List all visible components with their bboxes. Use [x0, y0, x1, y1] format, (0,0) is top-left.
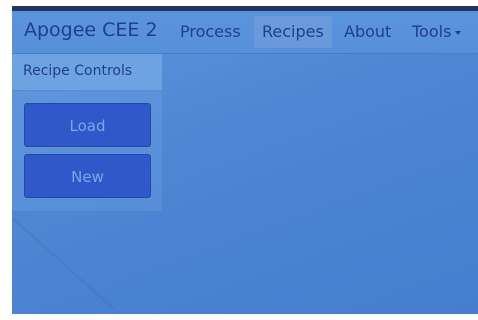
brand-title[interactable]: Apogee CEE 2 [24, 19, 158, 41]
new-button[interactable]: New [24, 154, 151, 198]
nav-tools-dropdown[interactable]: Tools [404, 16, 469, 48]
nav-process[interactable]: Process [172, 16, 249, 48]
navbar: Apogee CEE 2 Process Recipes About Tools [12, 11, 478, 54]
recipe-controls-heading: Recipe Controls [12, 54, 162, 91]
app-screen: Apogee CEE 2 Process Recipes About Tools… [12, 6, 478, 314]
panel-heading-text: Recipe Controls [23, 63, 133, 79]
load-button[interactable]: Load [24, 103, 151, 147]
photo-frame: Apogee CEE 2 Process Recipes About Tools… [0, 0, 478, 320]
caret-down-icon [455, 30, 462, 35]
nav-tools-label: Tools [412, 22, 452, 41]
nav-about[interactable]: About [336, 16, 399, 48]
nav-recipes[interactable]: Recipes [254, 16, 332, 48]
screen-glare [12, 216, 117, 312]
